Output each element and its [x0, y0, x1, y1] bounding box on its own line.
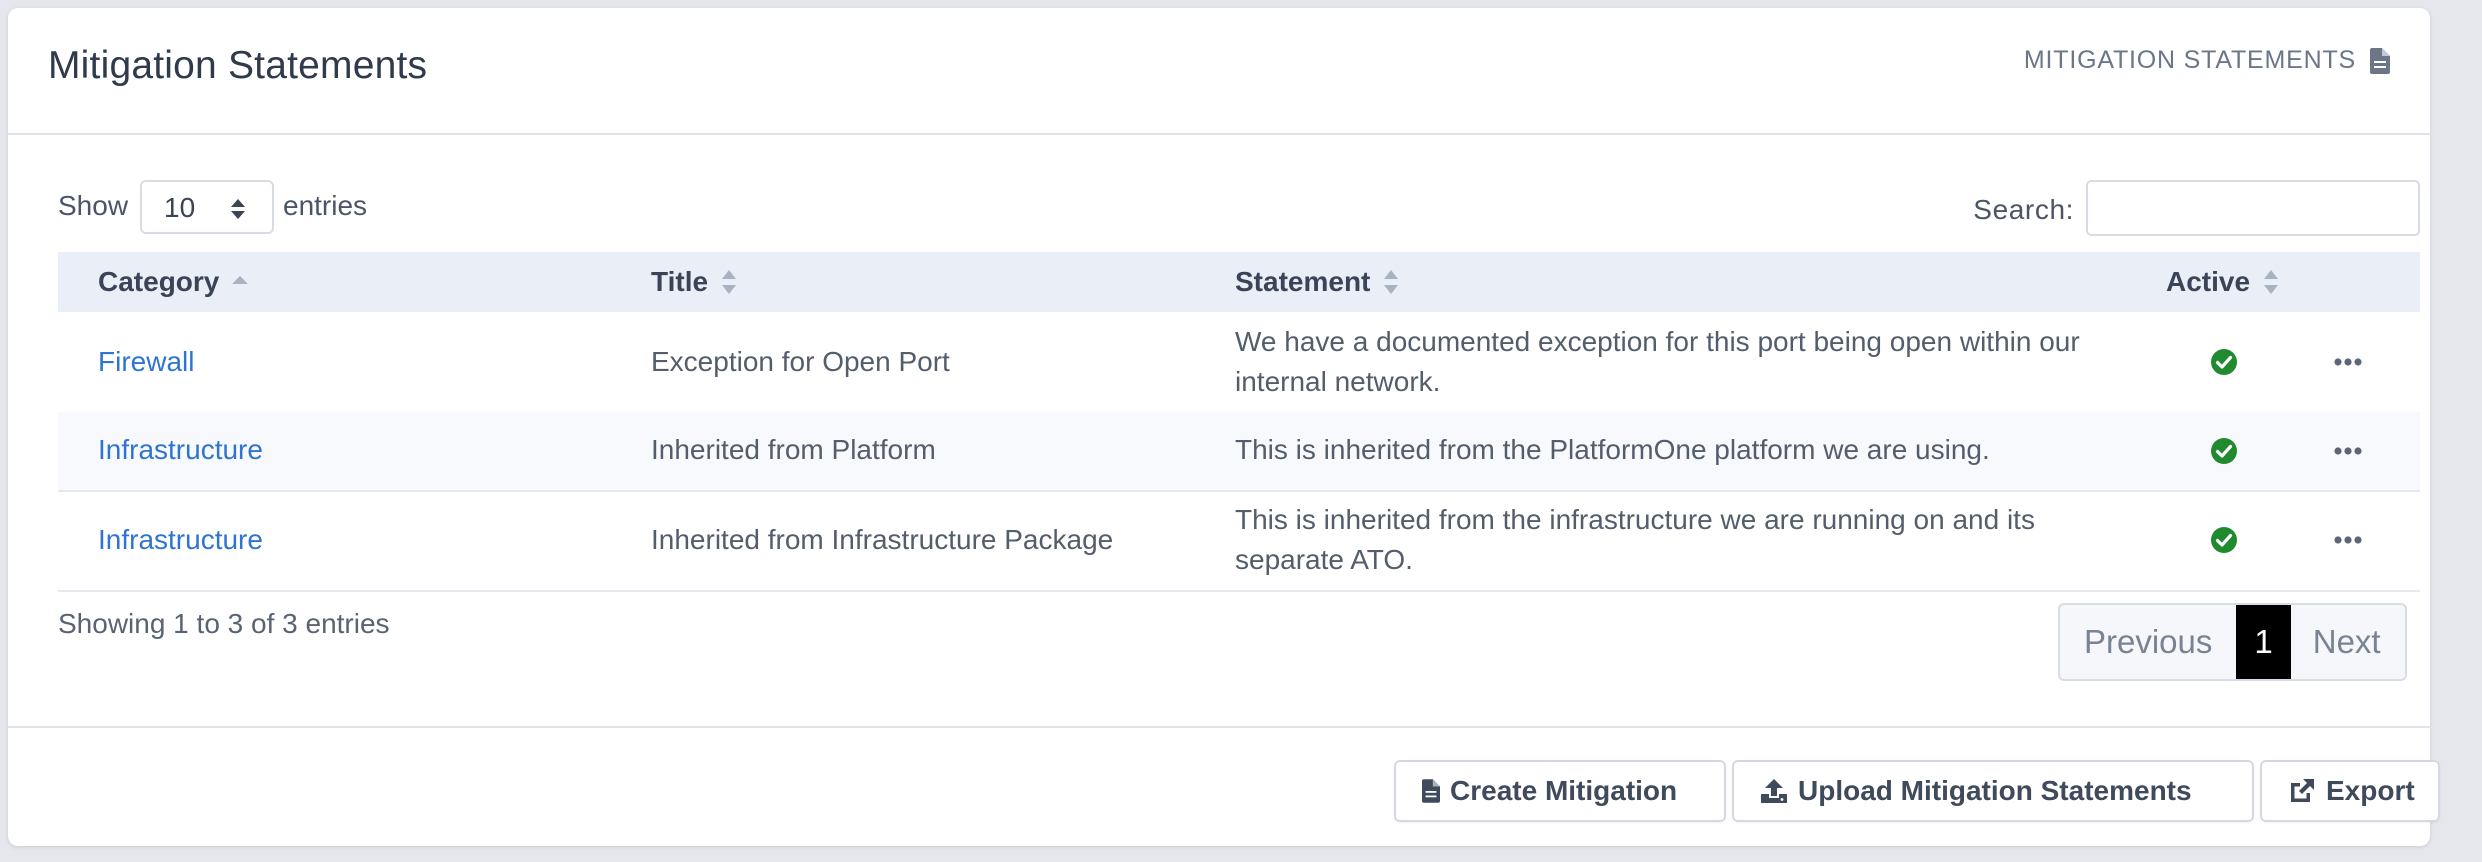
row-statement: This is inherited from the PlatformOne p…	[1235, 434, 1990, 465]
entries-label: entries	[283, 190, 368, 221]
active-check-icon	[2211, 438, 2237, 464]
file-icon	[2370, 47, 2390, 74]
more-options-icon[interactable]	[2334, 357, 2362, 367]
table-header-row: Category Title Statement Active	[58, 252, 2420, 312]
search-input[interactable]	[2086, 180, 2420, 236]
sort-icon	[2264, 270, 2279, 294]
page-length-value: 10	[164, 192, 196, 223]
export-button[interactable]: Export	[2260, 760, 2440, 822]
table-row: Firewall Exception for Open Port We have…	[58, 312, 2420, 414]
column-label-active: Active	[2166, 266, 2251, 297]
column-label-statement: Statement	[1235, 266, 1371, 297]
file-icon	[1422, 779, 1440, 803]
sort-arrows-icon	[231, 199, 245, 219]
create-mitigation-button[interactable]: Create Mitigation	[1394, 760, 1726, 822]
column-header-category[interactable]: Category	[98, 266, 249, 298]
card-header: Mitigation Statements MITIGATION STATEME…	[8, 8, 2430, 135]
sort-ascending-icon	[232, 276, 249, 284]
previous-page-button[interactable]: Previous	[2060, 605, 2236, 679]
table-row: Infrastructure Inherited from Platform T…	[58, 412, 2420, 492]
active-check-icon	[2211, 349, 2237, 375]
more-options-icon[interactable]	[2334, 535, 2362, 545]
category-link[interactable]: Firewall	[98, 342, 194, 382]
column-header-title[interactable]: Title	[651, 266, 738, 298]
table-controls: Show 10 entries Search:	[58, 180, 2420, 238]
category-link[interactable]: Infrastructure	[98, 430, 263, 470]
column-header-statement[interactable]: Statement	[1235, 266, 1400, 298]
header-link-label: MITIGATION STATEMENTS	[2023, 46, 2356, 74]
column-header-active[interactable]: Active	[2166, 266, 2280, 298]
upload-icon	[1761, 779, 1787, 803]
upload-mitigation-statements-button[interactable]: Upload Mitigation Statements	[1732, 760, 2254, 822]
table-row: Infrastructure Inherited from Infrastruc…	[58, 490, 2420, 592]
sort-icon	[722, 270, 737, 294]
row-title: Inherited from Infrastructure Package	[651, 524, 1114, 555]
sort-icon	[1384, 270, 1399, 294]
upload-label: Upload Mitigation Statements	[1798, 775, 2192, 806]
row-title: Inherited from Platform	[651, 434, 936, 465]
mitigation-statements-card: Mitigation Statements MITIGATION STATEME…	[8, 8, 2440, 846]
footer-divider	[8, 726, 2430, 728]
row-statement: This is inherited from the infrastructur…	[1235, 504, 2035, 575]
search-label: Search:	[1973, 194, 2074, 225]
column-label-title: Title	[651, 266, 709, 297]
create-mitigation-label: Create Mitigation	[1450, 775, 1678, 806]
more-options-icon[interactable]	[2334, 446, 2362, 456]
next-page-button[interactable]: Next	[2291, 605, 2405, 679]
category-link[interactable]: Infrastructure	[98, 520, 263, 560]
active-check-icon	[2211, 527, 2237, 553]
external-link-icon	[2291, 779, 2314, 802]
page-1-button[interactable]: 1	[2236, 605, 2291, 679]
row-statement: We have a documented exception for this …	[1235, 326, 2080, 397]
row-title: Exception for Open Port	[651, 346, 950, 377]
export-label: Export	[2326, 775, 2415, 806]
show-label: Show	[58, 190, 129, 221]
column-label-category: Category	[98, 266, 220, 297]
page-title: Mitigation Statements	[48, 44, 428, 87]
table-info: Showing 1 to 3 of 3 entries	[58, 608, 390, 639]
mitigation-statements-link[interactable]: MITIGATION STATEMENTS	[2024, 46, 2390, 75]
pagination: Previous 1 Next	[2058, 603, 2407, 681]
page-length-select[interactable]: 10	[140, 180, 274, 234]
